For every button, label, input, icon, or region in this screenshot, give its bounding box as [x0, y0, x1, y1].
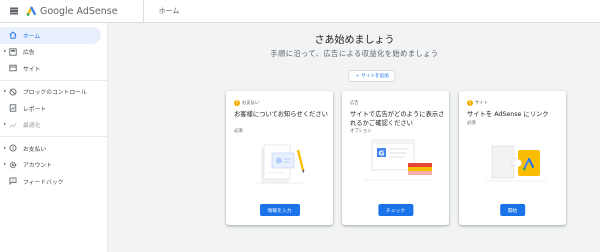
sidebar-item-optimization[interactable]: ▸ 最適化 [0, 117, 107, 134]
card-category: ! お支払い [234, 100, 259, 106]
card-category: 広告 [350, 100, 359, 106]
ads-icon [8, 47, 18, 57]
site-link-illustration [485, 145, 547, 182]
sidebar-item-label: 最適化 [23, 123, 41, 130]
sidebar-item-sites[interactable]: サイト [0, 60, 107, 77]
page-title: ホーム [158, 7, 180, 15]
setup-card-payments: ! お支払い お客様についてお知らせください 必須 情報を入力 [226, 91, 333, 225]
top-app-bar: Google AdSense ホーム [0, 0, 600, 23]
welcome-title: さあ始めましょう [314, 35, 395, 46]
block-icon [8, 87, 18, 97]
welcome-subtitle: 手順に沿って、広告による収益化を始めましょう [270, 49, 439, 58]
sidebar-item-ads[interactable]: ▸ 広告 [0, 44, 107, 61]
card-category: ! サイト [467, 100, 488, 106]
card-title: サイトを AdSense にリンク [467, 111, 549, 118]
svg-text:$: $ [12, 146, 15, 151]
payment-info-illustration [256, 144, 305, 184]
sites-icon [8, 63, 18, 73]
sidebar-item-feedback[interactable]: フィードバック [0, 173, 107, 190]
sidebar-item-label: ブロックのコントロール [23, 90, 87, 97]
sidebar-divider [0, 136, 107, 137]
svg-text:G: G [379, 150, 385, 158]
payments-icon: $ [8, 143, 18, 153]
sidebar-item-home[interactable]: ホーム [0, 27, 101, 44]
adsense-logo-icon [26, 6, 36, 16]
menu-icon[interactable] [4, 1, 24, 21]
card-title: お客様についてお知らせください [234, 111, 328, 118]
report-icon [8, 103, 18, 113]
header-divider [142, 0, 144, 23]
app-name: Google AdSense [40, 5, 118, 17]
card-category-label: サイト [475, 101, 488, 106]
card-status: オプション [350, 129, 372, 134]
main-content: さあ始めましょう 手順に沿って、広告による収益化を始めましょう + サイトを追加… [109, 23, 600, 252]
start-button[interactable]: 開始 [499, 204, 526, 216]
warning-icon: ! [234, 100, 240, 106]
sidebar-item-label: レポート [23, 106, 47, 113]
sidebar-divider [0, 79, 107, 81]
sidebar-item-label: 広告 [23, 50, 35, 57]
setup-card-ads: 広告 サイトで広告がどのように表示されるかご確認ください オプション G チェッ… [342, 91, 449, 225]
card-category-label: 広告 [350, 101, 359, 106]
feedback-icon [8, 176, 18, 186]
card-status: 必須 [234, 129, 243, 134]
card-category-label: お支払い [242, 101, 260, 106]
home-icon [8, 30, 18, 40]
sidebar-item-payments[interactable]: ▸ $ お支払い [0, 140, 107, 157]
card-title: サイトで広告がどのように表示されるかご確認ください [350, 111, 445, 127]
sidebar-item-account[interactable]: ▸ アカウント [0, 157, 107, 174]
adsense-logo[interactable]: Google AdSense [26, 6, 118, 17]
warning-icon: ! [467, 100, 473, 106]
enter-info-button[interactable]: 情報を入力 [259, 204, 300, 216]
sidebar-item-label: アカウント [23, 163, 52, 170]
card-status: 必須 [467, 121, 476, 126]
plus-icon: + [355, 73, 360, 79]
setup-card-sites: ! サイト サイトを AdSense にリンク 必須 開始 [459, 91, 566, 225]
account-icon [8, 160, 18, 170]
add-site-button[interactable]: + サイトを追加 [348, 70, 396, 82]
sidebar-item-blocking-controls[interactable]: ▸ ブロックのコントロール [0, 84, 107, 101]
ads-preview-illustration: G [364, 139, 432, 181]
optimize-icon [8, 120, 18, 130]
sidebar-item-label: サイト [23, 66, 41, 73]
sidebar-item-label: お支払い [23, 146, 47, 153]
sidebar: ホーム ▸ 広告 サイト ▸ ブロックのコントロール レポート ▸ 最適化 ▸ … [0, 23, 108, 252]
add-site-label: サイトを追加 [361, 74, 389, 79]
sidebar-item-label: ホーム [23, 33, 41, 40]
sidebar-item-label: フィードバック [23, 179, 64, 186]
sidebar-item-reports[interactable]: レポート [0, 100, 107, 117]
check-button[interactable]: チェック [377, 204, 414, 216]
